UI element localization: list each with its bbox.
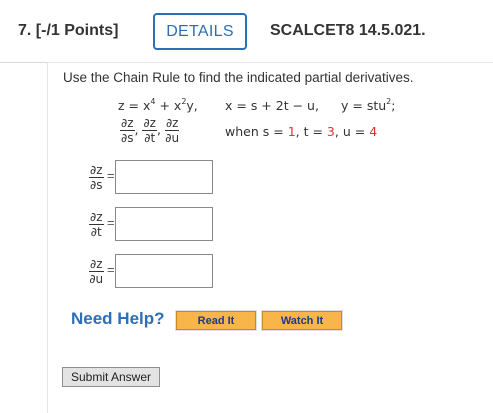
question-body bbox=[47, 62, 493, 413]
requested-derivatives: ∂z ∂s , ∂z ∂t , ∂z ∂u bbox=[120, 116, 180, 145]
problem-prompt: Use the Chain Rule to find the indicated… bbox=[63, 70, 414, 85]
answer-input-dz-dt[interactable] bbox=[115, 207, 213, 241]
question-header: 7. [-/1 Points] DETAILS SCALCET8 14.5.02… bbox=[0, 0, 493, 63]
need-help-label: Need Help? bbox=[71, 309, 165, 328]
answer-label-dz-ds: ∂z ∂s bbox=[89, 163, 104, 192]
dz-ds-fraction: ∂z ∂s bbox=[120, 116, 135, 145]
t-value: 3 bbox=[326, 124, 335, 139]
dz-du-fraction: ∂z ∂u bbox=[164, 116, 180, 145]
s-value: 1 bbox=[287, 124, 296, 139]
watch-it-button[interactable]: Watch It bbox=[261, 310, 343, 331]
question-code: SCALCET8 14.5.021. bbox=[270, 22, 426, 39]
question-number-points: 7. [-/1 Points] bbox=[18, 22, 119, 39]
answer-input-dz-du[interactable] bbox=[115, 254, 213, 288]
answer-label-dz-dt: ∂z ∂t bbox=[89, 210, 104, 239]
dz-dt-fraction: ∂z ∂t bbox=[142, 116, 157, 145]
answer-input-dz-ds[interactable] bbox=[115, 160, 213, 194]
submit-answer-button[interactable]: Submit Answer bbox=[62, 367, 160, 387]
x-definition: x = s + 2t − u, bbox=[225, 98, 319, 113]
u-value: 4 bbox=[369, 124, 378, 139]
y-definition: y = stu2; bbox=[341, 97, 396, 114]
equals-sign: = bbox=[107, 262, 115, 277]
read-it-button[interactable]: Read It bbox=[175, 310, 257, 331]
given-values: when s = 1, t = 3, u = 4 bbox=[225, 124, 378, 139]
z-definition: z = x4 + x2y, bbox=[118, 97, 198, 114]
answer-label-dz-du: ∂z ∂u bbox=[89, 257, 104, 286]
equals-sign: = bbox=[107, 215, 115, 230]
equals-sign: = bbox=[107, 168, 115, 183]
details-button[interactable]: DETAILS bbox=[153, 13, 247, 50]
